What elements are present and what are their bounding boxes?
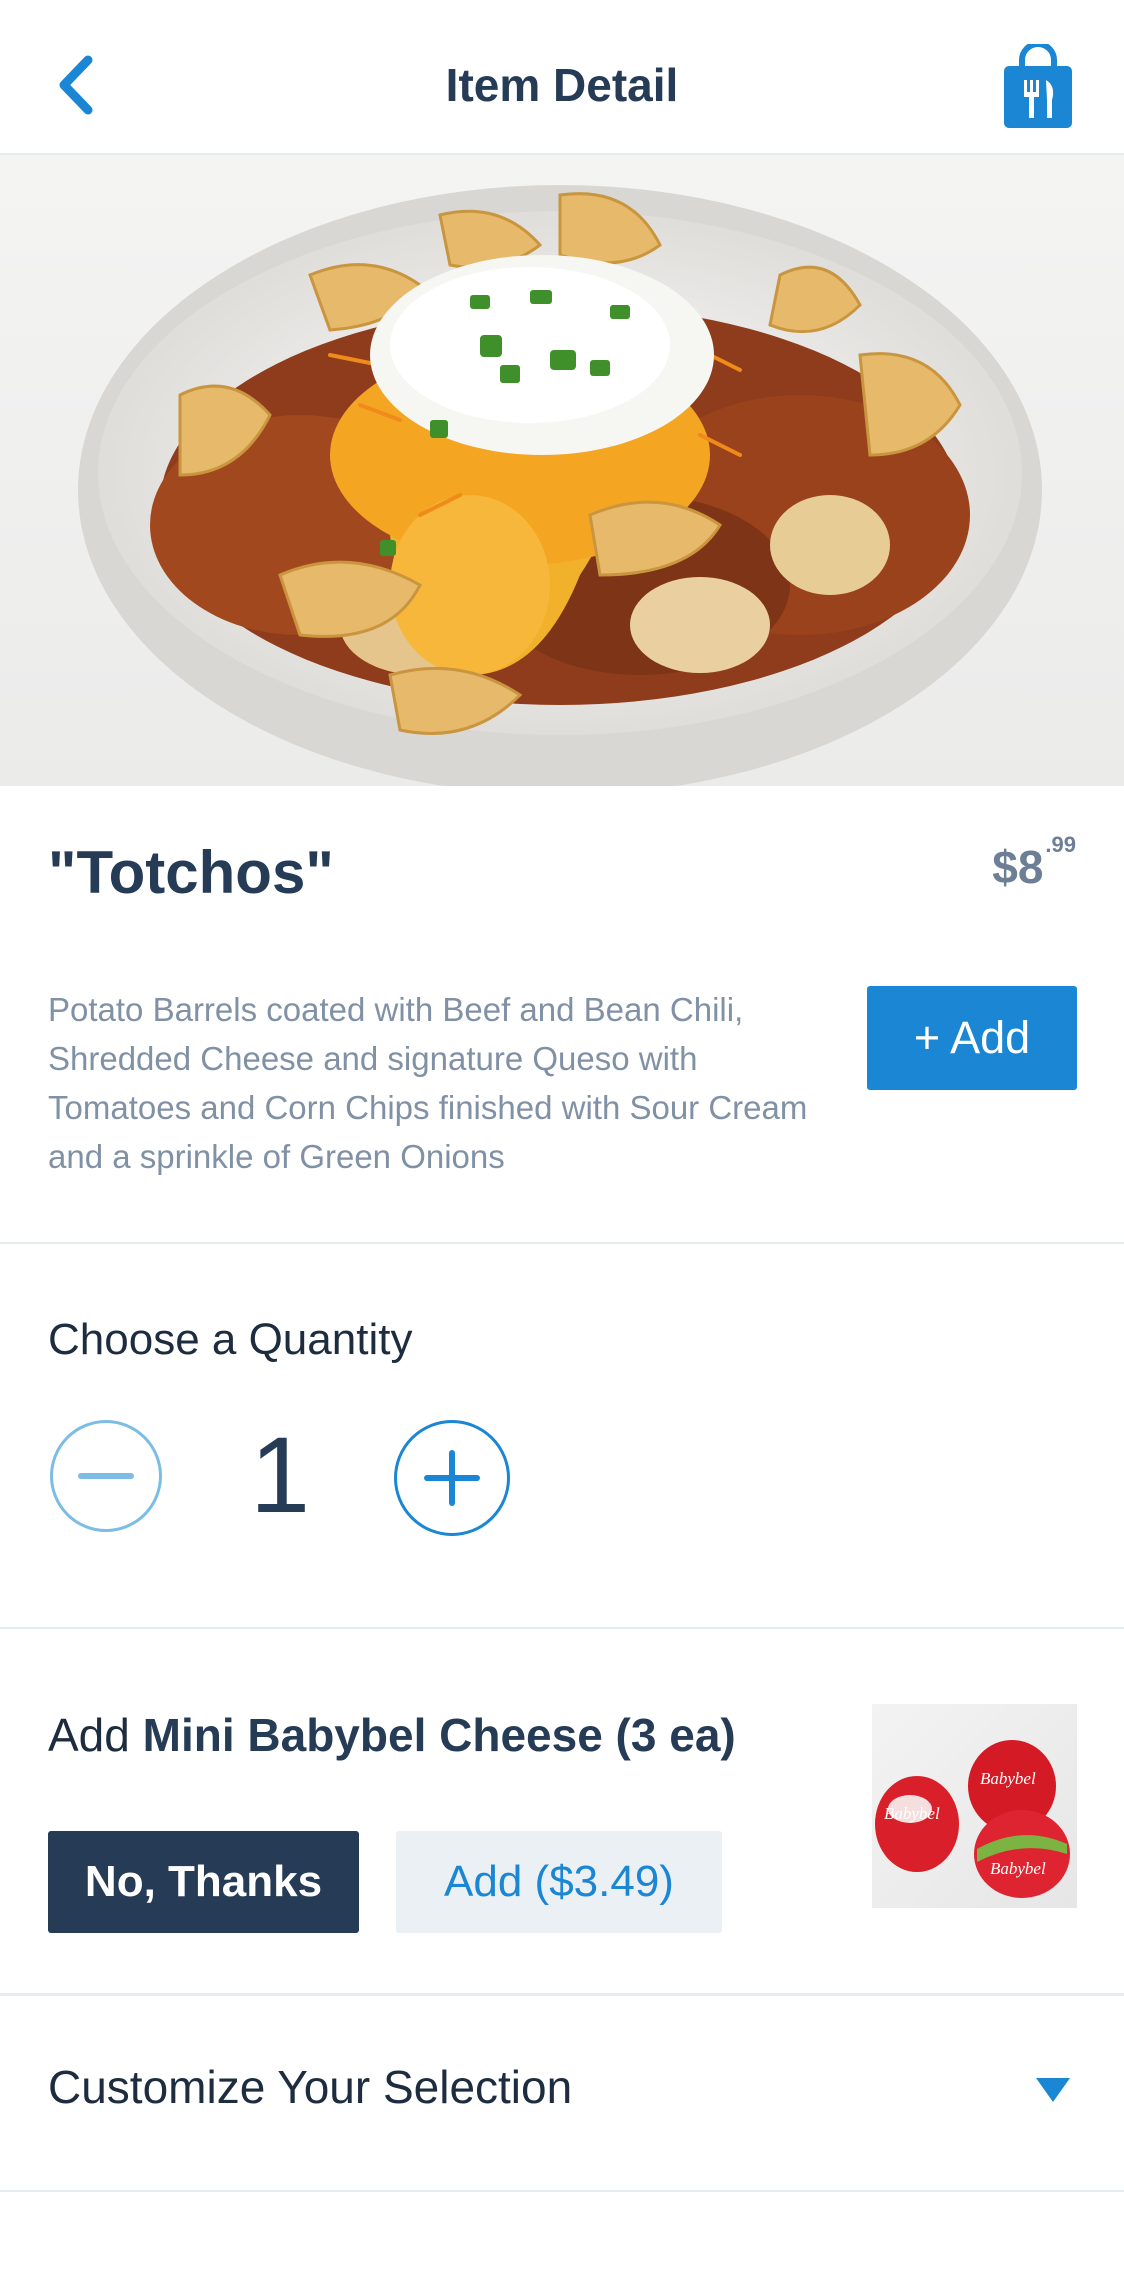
minus-circle-icon xyxy=(78,1473,134,1479)
babybel-logo: Babybel xyxy=(884,1804,940,1823)
quantity-label: Choose a Quantity xyxy=(48,1315,413,1364)
addon-name: Mini Babybel Cheese (3 ea) xyxy=(142,1709,736,1761)
item-photo xyxy=(0,155,1124,786)
top-nav-bar: Item Detail xyxy=(0,0,1124,155)
price-dollars: $8 xyxy=(992,841,1044,893)
babybel-cheese-illustration: Babybel Babybel Babybel xyxy=(875,1740,1070,1898)
item-name: "Totchos" xyxy=(48,839,334,906)
page-title: Item Detail xyxy=(445,59,679,111)
plus-circle-icon xyxy=(424,1450,480,1506)
babybel-logo: Babybel xyxy=(990,1859,1046,1878)
divider xyxy=(0,2190,1124,2192)
accept-addon-button[interactable]: Add ($3.49) xyxy=(396,1831,722,1933)
add-to-order-button[interactable]: + Add xyxy=(867,986,1077,1090)
addon-prefix: Add xyxy=(48,1709,143,1761)
addon-prompt: Add Mini Babybel Cheese (3 ea) xyxy=(48,1708,736,1762)
shopping-bag-button[interactable] xyxy=(1000,41,1076,130)
caret-down-icon[interactable] xyxy=(1036,2078,1070,2104)
item-description: Potato Barrels coated with Beef and Bean… xyxy=(48,991,808,1175)
addon-photo: Babybel Babybel Babybel xyxy=(872,1704,1077,1908)
divider xyxy=(0,1242,1124,1244)
decline-addon-button[interactable]: No, Thanks xyxy=(48,1831,359,1933)
totchos-bowl-illustration xyxy=(78,185,1042,786)
customize-label: Customize Your Selection xyxy=(48,2061,573,2113)
quantity-value: 1 xyxy=(250,1414,311,1535)
item-price: $8.99 xyxy=(992,832,1076,894)
babybel-logo: Babybel xyxy=(980,1769,1036,1788)
increase-quantity-button[interactable] xyxy=(394,1420,510,1536)
divider xyxy=(0,1627,1124,1629)
shopping-bag-utensils-icon xyxy=(1004,41,1072,128)
price-cents: .99 xyxy=(1045,832,1076,857)
decrease-quantity-button[interactable] xyxy=(50,1420,162,1532)
